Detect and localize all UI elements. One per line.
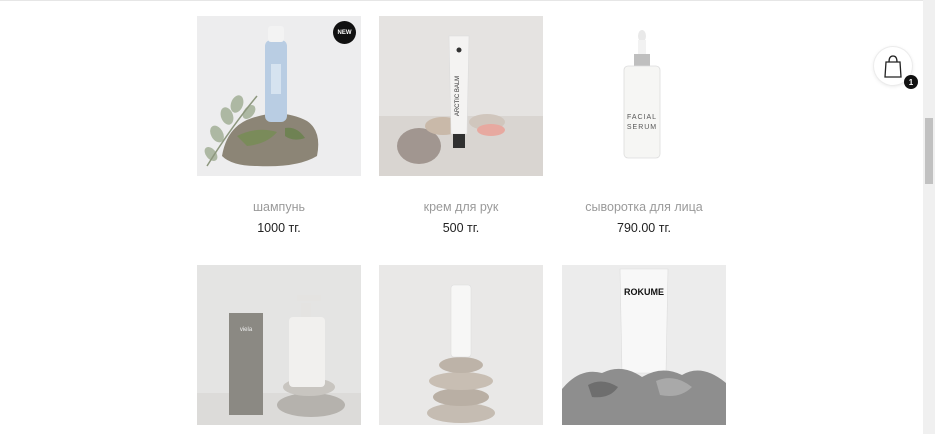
product-image-4[interactable]: viela [197, 265, 361, 425]
product-card-5[interactable] [379, 265, 543, 425]
product-card-4[interactable]: viela [197, 265, 361, 425]
product-card-shampoo[interactable]: NEW шампунь 1000 тг. [197, 16, 361, 235]
product-title[interactable]: сыворотка для лица [542, 200, 746, 214]
product-image-serum[interactable]: FACIAL SERUM [562, 16, 726, 176]
serum-label-2: SERUM [627, 124, 657, 131]
serum-photo: FACIAL SERUM [562, 16, 726, 176]
product-image-5[interactable] [379, 265, 543, 425]
cart-count-badge: 1 [904, 75, 918, 89]
cream-stones-photo [379, 265, 543, 425]
product-price: 790.00 тг. [617, 221, 671, 235]
scrollbar-thumb[interactable] [925, 118, 933, 184]
product-price: 1000 тг. [257, 221, 301, 235]
hand-cream-photo: ARCTIC BALM [379, 16, 543, 176]
product-image-shampoo[interactable]: NEW [197, 16, 361, 176]
product-price: 500 тг. [442, 221, 480, 235]
scrollbar[interactable] [923, 0, 935, 434]
new-badge: NEW [333, 21, 356, 44]
product-card-hand-cream[interactable]: ARCTIC BALM крем для рук 500 тг. [379, 16, 543, 235]
product-image-6[interactable]: ROKUME [562, 265, 726, 425]
top-divider [0, 0, 923, 1]
cart-button[interactable]: 1 [874, 47, 918, 89]
product-image-hand-cream[interactable]: ARCTIC BALM [379, 16, 543, 176]
tube-label: ARCTIC BALM [455, 76, 461, 116]
serum-label-1: FACIAL [627, 114, 657, 121]
product-card-6[interactable]: ROKUME [562, 265, 726, 425]
tube-brand: ROKUME [624, 287, 664, 297]
tube-rocks-photo: ROKUME [562, 265, 726, 425]
box-brand: viela [240, 327, 253, 333]
product-title[interactable]: шампунь [177, 200, 381, 214]
cleanser-photo: viela [197, 265, 361, 425]
product-title[interactable]: крем для рук [359, 200, 563, 214]
product-card-serum[interactable]: FACIAL SERUM сыворотка для лица 790.00 т… [562, 16, 726, 235]
